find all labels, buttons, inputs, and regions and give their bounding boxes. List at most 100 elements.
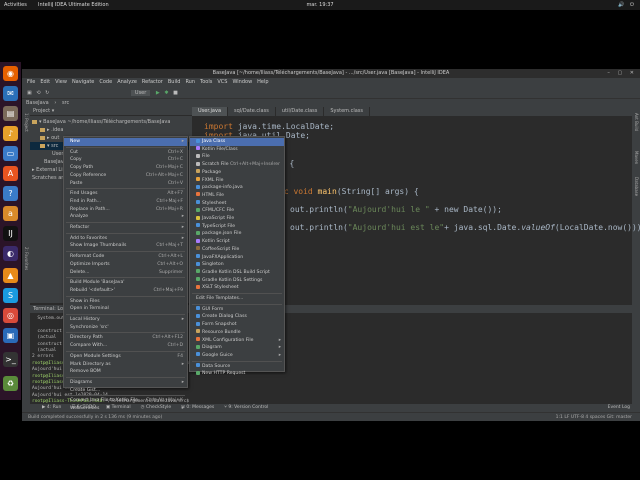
menu-item[interactable]: New HTTP Request <box>190 370 284 378</box>
menu-run[interactable]: Run <box>185 78 195 87</box>
menu-item[interactable]: Form Snapshot <box>190 321 284 329</box>
menu-item[interactable]: Remove BOM <box>64 368 187 376</box>
database-tab[interactable]: Database <box>634 177 639 196</box>
tree-folder[interactable]: ▸ .idea <box>30 126 192 134</box>
menu-vcs[interactable]: VCS <box>217 78 227 87</box>
menu-item[interactable]: Google Guice ▸ <box>190 352 284 360</box>
breadcrumb-project[interactable]: BaseJava <box>26 100 49 106</box>
menu-item[interactable]: Edit File Templates... <box>190 295 284 303</box>
trash-icon[interactable]: ♻ <box>3 376 18 391</box>
eclipse-icon[interactable]: ◐ <box>3 246 18 261</box>
libreoffice-writer-icon[interactable]: ▭ <box>3 146 18 161</box>
menu-item[interactable]: Delete... Supprimer <box>64 269 187 277</box>
menu-item[interactable]: Replace in Path... Ctrl+Maj+R <box>64 206 187 214</box>
editor-tab[interactable]: User.java <box>192 107 229 116</box>
menu-item[interactable]: Open Module Settings F4 <box>64 353 187 361</box>
menu-item[interactable]: package-info.java <box>190 184 284 192</box>
menu-item[interactable]: GUI Form <box>190 306 284 314</box>
menu-item[interactable]: Create Dialog Class <box>190 313 284 321</box>
menu-item[interactable]: XML Configuration File ▸ <box>190 337 284 345</box>
menu-item[interactable]: Java Class <box>190 138 284 146</box>
menu-edit[interactable]: Edit <box>40 78 50 87</box>
clock[interactable]: mar. 19:37 <box>300 0 340 10</box>
menu-item[interactable]: Build Module 'BaseJava' <box>64 279 187 287</box>
activities-button[interactable]: Activities <box>4 0 27 10</box>
menu-refactor[interactable]: Refactor <box>142 78 163 87</box>
menu-navigate[interactable]: Navigate <box>72 78 94 87</box>
virtualbox-icon[interactable]: ▣ <box>3 328 18 343</box>
menu-item[interactable]: Refactor ▸ <box>64 224 187 232</box>
menu-item[interactable]: Reformat Code Ctrl+Alt+L <box>64 253 187 261</box>
run-config-select[interactable]: User <box>130 90 151 96</box>
save-icon[interactable]: ⟲ <box>36 90 40 96</box>
menu-item[interactable]: Kotlin File/Class <box>190 146 284 154</box>
menu-item[interactable]: Show Image Thumbnails Ctrl+Maj+T <box>64 242 187 250</box>
menu-item[interactable]: Find Usages Alt+F7 <box>64 190 187 198</box>
menu-item[interactable]: Data Source <box>190 363 284 371</box>
tree-folder[interactable]: ▾ BaseJava ~/home/Iliass/Téléchargements… <box>30 118 192 126</box>
menu-item[interactable]: Synchronize 'src' <box>64 324 187 332</box>
menu-item[interactable]: Mark Directory as ▸ <box>64 361 187 369</box>
debug-icon[interactable]: ✱ <box>164 90 168 96</box>
menu-code[interactable]: Code <box>99 78 112 87</box>
menu-item[interactable]: Scratch File Ctrl+Alt+Maj+Insérer <box>190 161 284 169</box>
menu-item[interactable]: File <box>190 153 284 161</box>
menu-item[interactable]: Open in Terminal <box>64 305 187 313</box>
intellij-icon[interactable]: IJ <box>3 226 18 241</box>
menu-item[interactable]: TypeScript File <box>190 223 284 231</box>
menu-item[interactable]: Rebuild '<default>' Ctrl+Maj+F9 <box>64 287 187 295</box>
stop-icon[interactable]: ■ <box>173 90 178 96</box>
menu-file[interactable]: File <box>27 78 35 87</box>
menu-tools[interactable]: Tools <box>200 78 212 87</box>
breadcrumb-src[interactable]: src <box>62 100 69 106</box>
menu-item[interactable]: Stylesheet <box>190 200 284 208</box>
menu-item[interactable]: Copy Path Ctrl+Maj+C <box>64 164 187 172</box>
menu-item[interactable]: CoffeeScript File <box>190 246 284 254</box>
project-tool-tab[interactable]: 1: Project <box>24 113 29 132</box>
menu-item[interactable]: Find in Path... Ctrl+Maj+F <box>64 198 187 206</box>
menu-item[interactable]: Resource Bundle <box>190 329 284 337</box>
thunderbird-icon[interactable]: ✉ <box>3 86 18 101</box>
menu-item[interactable]: Paste Ctrl+V <box>64 180 187 188</box>
menu-item[interactable]: Kotlin Script <box>190 238 284 246</box>
amazon-icon[interactable]: a <box>3 206 18 221</box>
menu-item[interactable]: WebServices ▸ <box>64 405 187 413</box>
menu-item[interactable]: New ▸ <box>64 138 187 146</box>
menu-item[interactable]: Compare With... Ctrl+D <box>64 342 187 350</box>
menu-item[interactable]: Directory Path Ctrl+Alt+F12 <box>64 334 187 342</box>
bottom-tab[interactable]: ▶ 4: Run <box>42 404 61 412</box>
skype-icon[interactable]: S <box>3 288 18 303</box>
folder-icon[interactable]: ▣ <box>27 90 32 96</box>
menu-view[interactable]: View <box>55 78 67 87</box>
editor-tab[interactable]: util/Date.class <box>276 107 325 116</box>
vlc-icon[interactable]: ▲ <box>3 268 18 283</box>
menu-item[interactable]: Package <box>190 169 284 177</box>
chrome-icon[interactable]: ◎ <box>3 308 18 323</box>
menu-item[interactable]: Diagram ▸ <box>190 344 284 352</box>
window-controls[interactable]: – ▢ ✕ <box>607 70 637 76</box>
menu-item[interactable]: package.json File <box>190 230 284 238</box>
terminal-icon[interactable]: >_ <box>3 352 18 367</box>
menu-analyze[interactable]: Analyze <box>117 78 137 87</box>
favorites-tool-tab[interactable]: 2: Favorites <box>24 247 29 270</box>
editor-tab[interactable]: sql/Date.class <box>228 107 276 116</box>
menu-item[interactable]: JavaFXApplication <box>190 254 284 262</box>
menu-item[interactable]: Show in Files <box>64 298 187 306</box>
menu-item[interactable]: FXML File <box>190 177 284 185</box>
editor-tab[interactable]: System.class <box>324 107 371 116</box>
menu-item[interactable]: Analyze ▸ <box>64 213 187 221</box>
menu-window[interactable]: Window <box>232 78 252 87</box>
menu-item[interactable]: Copy Reference Ctrl+Alt+Maj+C <box>64 172 187 180</box>
bottom-tab[interactable]: ⑂ 9: Version Control <box>224 404 268 412</box>
firefox-icon[interactable]: ◉ <box>3 66 18 81</box>
menu-item[interactable]: Gradle Kotlin DSL Build Script <box>190 269 284 277</box>
rhythmbox-icon[interactable]: ♪ <box>3 126 18 141</box>
menu-item[interactable]: Convert Java File to Kotlin File Ctrl+Alt… <box>64 397 187 405</box>
project-panel-header[interactable]: Project ▾ <box>30 107 192 116</box>
maven-tab[interactable]: Maven <box>634 151 639 164</box>
menu-item[interactable]: HTML File <box>190 192 284 200</box>
menu-item[interactable]: Copy Ctrl+C <box>64 156 187 164</box>
menu-item[interactable]: JavaScript File <box>190 215 284 223</box>
menu-item[interactable]: Gradle Kotlin DSL Settings <box>190 277 284 285</box>
menu-item[interactable]: CFML/CFC File <box>190 207 284 215</box>
